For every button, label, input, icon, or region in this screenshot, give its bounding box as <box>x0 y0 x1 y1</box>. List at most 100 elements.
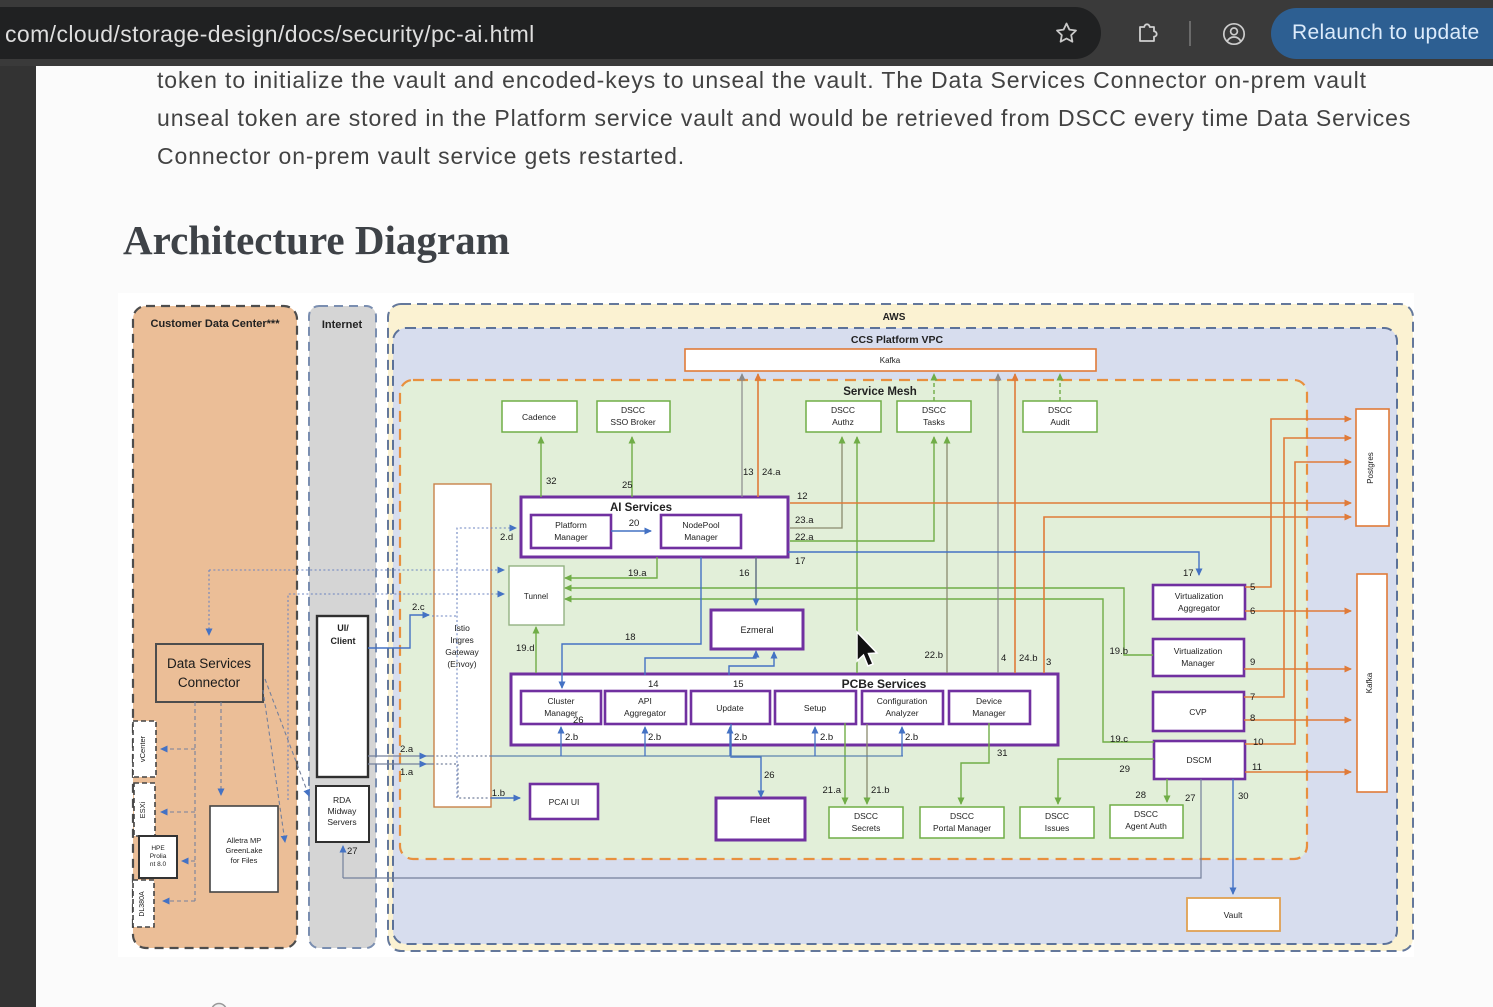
svg-text:Virtualization: Virtualization <box>1175 591 1224 601</box>
svg-text:17: 17 <box>795 556 806 567</box>
svg-text:9: 9 <box>1250 657 1255 668</box>
svg-text:1.b: 1.b <box>492 788 505 799</box>
svg-text:21.a: 21.a <box>823 785 842 796</box>
svg-text:PCBe Services: PCBe Services <box>842 677 927 691</box>
svg-text:21.b: 21.b <box>871 785 890 796</box>
svg-text:Manager: Manager <box>972 708 1006 718</box>
svg-text:Audit: Audit <box>1050 417 1070 427</box>
svg-text:12: 12 <box>797 491 808 502</box>
svg-text:DL380A: DL380A <box>139 891 146 917</box>
svg-text:PCAI UI: PCAI UI <box>549 797 580 807</box>
svg-text:2.a: 2.a <box>400 744 414 755</box>
svg-text:Configuration: Configuration <box>877 696 928 706</box>
svg-text:Fleet: Fleet <box>750 815 771 825</box>
svg-text:Service Mesh: Service Mesh <box>843 386 917 398</box>
svg-text:ESXi: ESXi <box>138 801 147 818</box>
svg-text:DSCC: DSCC <box>1045 811 1069 821</box>
svg-text:Device: Device <box>976 696 1002 706</box>
svg-text:CVP: CVP <box>1189 707 1207 717</box>
svg-text:31: 31 <box>997 748 1008 759</box>
svg-text:Setup: Setup <box>804 703 826 713</box>
svg-text:Vault: Vault <box>1224 910 1243 920</box>
svg-text:11: 11 <box>1252 762 1262 773</box>
svg-text:20: 20 <box>629 518 640 529</box>
svg-text:Virtualization: Virtualization <box>1174 646 1223 656</box>
svg-text:2.b: 2.b <box>648 732 661 743</box>
svg-text:AWS: AWS <box>883 312 906 323</box>
svg-text:DSCM: DSCM <box>1186 755 1211 765</box>
svg-text:API: API <box>638 696 652 706</box>
svg-text:Alletra MP: Alletra MP <box>227 836 262 845</box>
svg-text:Tunnel: Tunnel <box>524 592 548 601</box>
svg-text:24.a: 24.a <box>762 467 781 478</box>
svg-text:Manager: Manager <box>554 532 588 542</box>
svg-text:15: 15 <box>733 679 744 690</box>
svg-text:vCenter: vCenter <box>138 735 147 762</box>
svg-text:30: 30 <box>1238 791 1249 802</box>
svg-text:DSCC: DSCC <box>854 811 878 821</box>
svg-text:22.a: 22.a <box>795 532 814 543</box>
svg-text:24.b: 24.b <box>1019 653 1038 664</box>
svg-text:7: 7 <box>1250 692 1255 703</box>
svg-text:DSCC: DSCC <box>1134 809 1158 819</box>
svg-text:4: 4 <box>1001 653 1006 664</box>
svg-text:19.a: 19.a <box>628 568 647 579</box>
svg-text:Issues: Issues <box>1045 823 1070 833</box>
svg-text:Ezmeral: Ezmeral <box>740 625 773 635</box>
svg-text:Cluster: Cluster <box>548 696 575 706</box>
svg-text:2.b: 2.b <box>565 732 578 743</box>
svg-text:27: 27 <box>347 846 358 857</box>
svg-text:5: 5 <box>1250 582 1255 593</box>
svg-text:Analyzer: Analyzer <box>885 708 918 718</box>
svg-text:Aggregator: Aggregator <box>1178 603 1220 613</box>
svg-text:27: 27 <box>1185 793 1196 804</box>
svg-text:22.b: 22.b <box>925 650 944 661</box>
svg-text:Data Services: Data Services <box>167 656 251 671</box>
svg-text:Internet: Internet <box>322 319 363 331</box>
svg-text:DSCC: DSCC <box>950 811 974 821</box>
svg-text:10: 10 <box>1253 737 1264 748</box>
svg-text:1.a: 1.a <box>400 767 414 778</box>
svg-text:HPE: HPE <box>151 845 165 852</box>
svg-text:17: 17 <box>1183 568 1194 579</box>
svg-text:Prolia: Prolia <box>150 853 167 860</box>
svg-text:(Envoy): (Envoy) <box>447 659 476 669</box>
svg-text:Postgres: Postgres <box>1366 452 1375 484</box>
svg-text:Platform: Platform <box>555 520 587 530</box>
svg-text:26: 26 <box>573 715 584 726</box>
svg-text:14: 14 <box>648 679 659 690</box>
svg-text:2.b: 2.b <box>820 732 833 743</box>
svg-text:DSCC: DSCC <box>831 405 855 415</box>
svg-text:2.c: 2.c <box>412 602 425 613</box>
svg-text:6: 6 <box>1250 606 1255 617</box>
svg-text:25: 25 <box>622 480 633 491</box>
svg-text:Ingres: Ingres <box>450 635 474 645</box>
svg-text:19.b: 19.b <box>1110 646 1129 657</box>
svg-text:for Files: for Files <box>231 856 258 865</box>
svg-text:26: 26 <box>764 770 775 781</box>
svg-text:Kafka: Kafka <box>880 356 901 365</box>
svg-text:16: 16 <box>739 568 750 579</box>
svg-text:GreenLake: GreenLake <box>225 846 262 855</box>
svg-text:DSCC: DSCC <box>621 405 645 415</box>
svg-text:2.d: 2.d <box>500 532 513 543</box>
svg-text:RDA: RDA <box>333 795 351 805</box>
svg-text:29: 29 <box>1119 764 1130 775</box>
svg-text:19.c: 19.c <box>1110 734 1128 745</box>
svg-text:Kafka: Kafka <box>1365 672 1374 693</box>
svg-text:Servers: Servers <box>327 817 356 827</box>
svg-text:SSO Broker: SSO Broker <box>610 417 656 427</box>
svg-text:Agent Auth: Agent Auth <box>1125 821 1167 831</box>
svg-text:Tasks: Tasks <box>923 417 945 427</box>
svg-text:Authz: Authz <box>832 417 854 427</box>
svg-text:Manager: Manager <box>1181 658 1215 668</box>
svg-text:Midway: Midway <box>328 806 358 816</box>
svg-text:8: 8 <box>1250 713 1255 724</box>
svg-text:32: 32 <box>546 476 557 487</box>
svg-text:Aggregator: Aggregator <box>624 708 666 718</box>
svg-text:UI/: UI/ <box>337 623 349 633</box>
svg-text:23.a: 23.a <box>795 515 814 526</box>
svg-text:Client: Client <box>330 636 355 646</box>
svg-text:NodePool: NodePool <box>682 520 719 530</box>
svg-text:19.d: 19.d <box>516 643 535 654</box>
